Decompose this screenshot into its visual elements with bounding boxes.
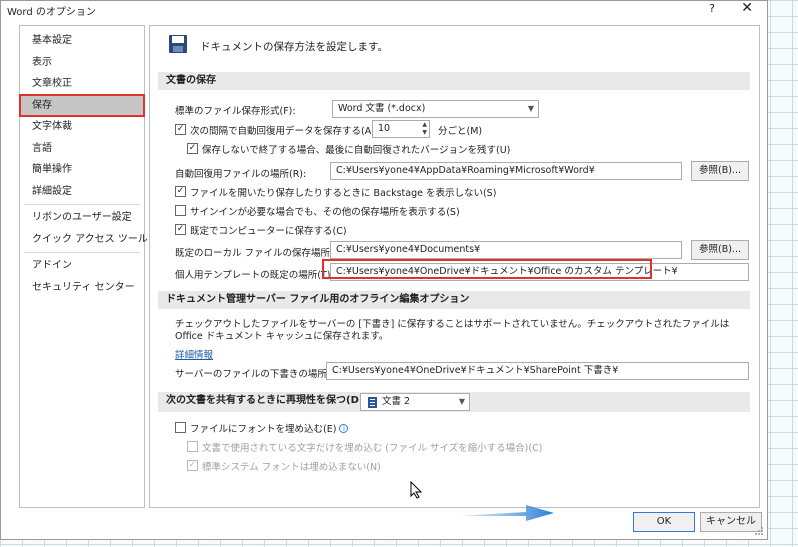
section-save-documents: 文書の保存 <box>158 72 750 90</box>
resize-grip-icon[interactable] <box>754 526 764 536</box>
cancel-button[interactable]: キャンセル <box>700 512 762 532</box>
title-bar: Word のオプション ? ✕ <box>1 0 767 19</box>
word-document-icon <box>368 397 377 408</box>
keep-last-autosave-label: 保存しないで終了する場合、最後に自動回復されたバージョンを残す(U) <box>202 145 511 156</box>
local-file-location-label: 既定のローカル ファイルの保存場所(I): <box>175 248 344 259</box>
hide-backstage-label: ファイルを開いたり保存したりするときに Backstage を表示しない(S) <box>190 188 497 199</box>
panel-header-text: ドキュメントの保存方法を設定します。 <box>200 41 388 53</box>
autosave-unit-label: 分ごと(M) <box>438 126 483 137</box>
details-link[interactable]: 詳細情報 <box>175 347 213 361</box>
word-options-dialog: Word のオプション ? ✕ 基本設定 表示 文章校正 保存 文字体裁 言語 … <box>0 0 768 540</box>
embed-fonts-text: ファイルにフォントを埋め込む(E) <box>190 424 337 435</box>
sidebar-divider <box>24 252 140 253</box>
annotation-arrow-icon <box>458 505 554 521</box>
info-icon[interactable]: i <box>339 424 349 433</box>
show-other-locations-label: サインインが必要な場合でも、その他の保存場所を表示する(S) <box>190 207 460 218</box>
local-file-location-field[interactable]: C:¥Users¥yone4¥Documents¥ <box>330 241 682 259</box>
sidebar-item-proofing[interactable]: 文章校正 <box>20 73 144 95</box>
server-drafts-location-value: C:¥Users¥yone4¥OneDrive¥ドキュメント¥SharePoin… <box>332 365 619 376</box>
ok-button[interactable]: OK <box>633 512 695 532</box>
save-icon <box>169 35 187 53</box>
hide-backstage-checkbox[interactable]: ✓ <box>175 186 186 197</box>
chevron-down-icon: ▼ <box>527 104 534 113</box>
highlight-box <box>322 259 652 279</box>
window-title: Word のオプション <box>7 7 96 18</box>
autosave-minutes-value: 10 <box>378 123 391 134</box>
embed-used-chars-label: 文書で使用されている文字だけを埋め込む (ファイル サイズを縮小する場合)(C) <box>202 443 543 454</box>
default-format-select[interactable]: Word 文書 (*.docx) ▼ <box>332 100 539 118</box>
sidebar-item-display[interactable]: 表示 <box>20 52 144 74</box>
sidebar-item-customize-ribbon[interactable]: リボンのユーザー設定 <box>20 207 144 229</box>
default-format-label: 標準のファイル保存形式(F): <box>175 106 296 117</box>
sidebar-item-accessibility[interactable]: 簡単操作 <box>20 159 144 181</box>
sidebar-item-save[interactable]: 保存 <box>19 93 145 117</box>
autosave-minutes-spinner[interactable]: 10 ▲ ▼ <box>372 120 430 138</box>
no-common-fonts-label: 標準システム フォントは埋め込まない(N) <box>202 462 381 473</box>
sidebar-item-quick-access-toolbar[interactable]: クイック アクセス ツール バー <box>20 229 171 251</box>
sidebar-divider <box>24 204 140 205</box>
mouse-cursor-icon <box>410 481 422 499</box>
sidebar-item-typography[interactable]: 文字体裁 <box>20 116 144 138</box>
local-file-location-value: C:¥Users¥yone4¥Documents¥ <box>336 244 481 255</box>
chevron-down-icon: ▼ <box>458 397 465 406</box>
options-main-panel: ドキュメントの保存方法を設定します。 文書の保存 標準のファイル保存形式(F):… <box>149 25 760 508</box>
autorecover-location-label: 自動回復用ファイルの場所(R): <box>175 169 307 180</box>
template-location-label: 個人用テンプレートの既定の場所(T): <box>175 270 334 281</box>
autosave-label: 次の間隔で自動回復用データを保存する(A): <box>190 126 379 137</box>
server-drafts-location-field[interactable]: C:¥Users¥yone4¥OneDrive¥ドキュメント¥SharePoin… <box>326 362 749 380</box>
autorecover-location-field[interactable]: C:¥Users¥yone4¥AppData¥Roaming¥Microsoft… <box>330 162 682 180</box>
save-to-computer-checkbox[interactable]: ✓ <box>175 224 186 235</box>
show-other-locations-checkbox[interactable] <box>175 205 186 216</box>
options-sidebar: 基本設定 表示 文章校正 保存 文字体裁 言語 簡単操作 詳細設定 リボンのユー… <box>19 25 171 508</box>
section-offline-editing: ドキュメント管理サーバー ファイル用のオフライン編集オプション <box>158 291 750 309</box>
offline-notice-text: チェックアウトしたファイルをサーバーの [下書き] に保存することはサポートされ… <box>175 319 730 342</box>
save-to-computer-label: 既定でコンピューターに保存する(C) <box>190 226 347 237</box>
no-common-fonts-checkbox[interactable]: ✓ <box>187 460 198 471</box>
default-format-value: Word 文書 (*.docx) <box>338 103 426 114</box>
autorecover-browse-button[interactable]: 参照(B)... <box>691 161 749 181</box>
sidebar-item-advanced[interactable]: 詳細設定 <box>20 181 144 203</box>
autosave-checkbox[interactable]: ✓ <box>175 124 186 135</box>
embed-fonts-label: ファイルにフォントを埋め込む(E) i <box>190 421 349 435</box>
sidebar-item-language[interactable]: 言語 <box>20 138 144 160</box>
preserve-fidelity-title: 次の文書を共有するときに再現性を保つ(D): <box>166 395 368 406</box>
spinner-arrows-icon[interactable]: ▲ ▼ <box>422 121 427 137</box>
embed-fonts-checkbox[interactable] <box>175 422 186 433</box>
close-button[interactable]: ✕ <box>741 0 753 16</box>
sidebar-item-general[interactable]: 基本設定 <box>20 30 144 52</box>
embed-used-chars-checkbox[interactable] <box>187 441 198 452</box>
fidelity-document-select[interactable]: 文書 2 ▼ <box>360 393 470 411</box>
server-drafts-location-label: サーバーのファイルの下書きの場所(V): <box>175 369 345 380</box>
keep-last-autosave-checkbox[interactable]: ✓ <box>187 143 198 154</box>
sidebar-item-trust-center[interactable]: セキュリティ センター <box>20 277 144 299</box>
sidebar-item-addins[interactable]: アドイン <box>20 255 144 277</box>
local-location-browse-button[interactable]: 参照(B)... <box>691 240 749 260</box>
autorecover-location-value: C:¥Users¥yone4¥AppData¥Roaming¥Microsoft… <box>336 165 595 176</box>
help-button[interactable]: ? <box>709 2 715 15</box>
